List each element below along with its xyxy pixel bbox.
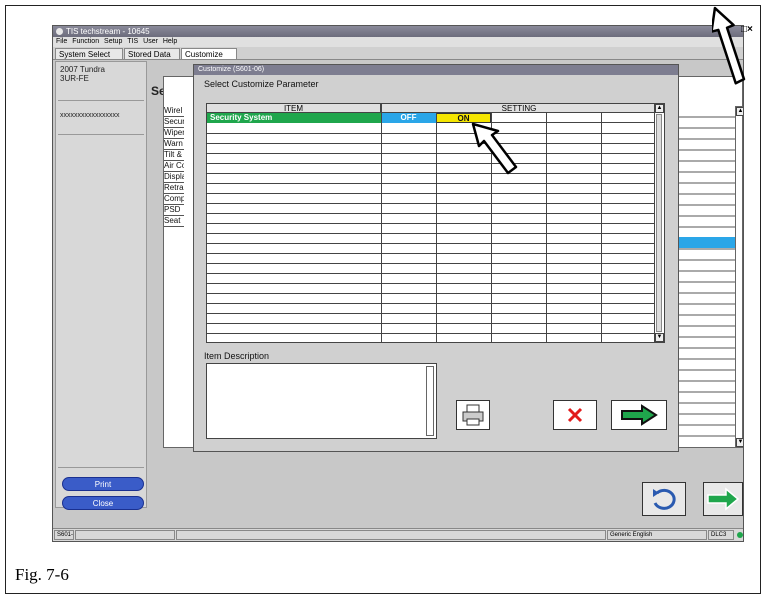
column-divider [381,104,382,342]
background-scrollbar[interactable]: ▲ ▼ [735,106,743,448]
status-cell [75,530,175,540]
app-logo-icon [56,28,63,35]
menu-bar: File Function Setup TIS User Help [53,37,743,47]
list-item: Displa [164,172,184,183]
menu-setup[interactable]: Setup [104,38,122,45]
status-bar: S601-05 Generic English DLC3 [53,528,743,541]
tab-customize[interactable]: Customize [181,48,237,59]
connection-status-icon [737,532,743,538]
scroll-down-icon[interactable]: ▼ [736,438,743,447]
column-header-item: ITEM [207,104,381,113]
tab-stored-data[interactable]: Stored Data [124,48,180,59]
forward-button[interactable] [703,482,743,516]
printer-icon [462,404,484,426]
back-button[interactable] [642,482,686,516]
print-button[interactable]: Print [62,477,144,491]
vehicle-info-pane: 2007 Tundra 3UR-FE xxxxxxxxxxxxxxxxx Pri… [55,61,147,510]
back-icon [653,488,676,510]
menu-user[interactable]: User [143,38,158,45]
list-item: PSD [164,205,184,216]
item-security-system[interactable]: Security System [207,113,381,123]
status-language: Generic English [607,530,707,540]
next-button[interactable] [611,400,667,430]
status-cell [176,530,606,540]
table-scrollbar[interactable]: ▲ ▼ [654,104,664,342]
dialog-title: Customize (S601-06) [194,65,678,75]
menu-function[interactable]: Function [72,38,99,45]
cancel-x-icon [567,407,583,423]
list-item: Comp [164,194,184,205]
scroll-up-icon[interactable]: ▲ [655,104,664,113]
title-bar: TIS techstream - 10645 [53,26,743,37]
list-item: Wirel [164,106,184,117]
pointer-arrow-icon [712,6,746,85]
background-selected-row [678,237,743,248]
table-row[interactable]: Security System OFF ON [207,113,657,123]
next-arrow-icon [621,404,658,426]
list-item: Warn [164,139,184,150]
column-divider [601,113,602,342]
empty-rows-grid [207,133,657,334]
scroll-down-icon[interactable]: ▼ [655,333,664,342]
divider [58,100,144,101]
vehicle-info: 2007 Tundra 3UR-FE [60,65,105,83]
list-item: Seat [164,216,184,227]
status-port: DLC3 [708,530,734,540]
column-divider [546,113,547,342]
item-description-box [206,363,437,439]
customize-dialog: Customize (S601-06) Select Customize Par… [193,64,679,452]
forward-arrow-icon [707,487,740,511]
window-title: TIS techstream - 10645 [66,27,150,36]
print-dialog-button[interactable] [456,400,490,430]
figure-caption: Fig. 7-6 [15,565,69,584]
close-button[interactable]: Close [62,496,144,510]
scroll-up-icon[interactable]: ▲ [736,107,743,116]
cancel-button[interactable] [553,400,597,430]
column-divider [436,113,437,342]
scrollbar-thumb[interactable] [656,114,662,332]
description-scrollbar[interactable] [426,366,434,436]
tab-system-select[interactable]: System Select [55,48,123,59]
dialog-subtitle: Select Customize Parameter [204,79,319,89]
list-item: Air Co [164,161,184,172]
list-item: Wiper [164,128,184,139]
item-description-label: Item Description [204,351,270,361]
tab-bar: System Select Stored Data Customize [53,47,743,60]
menu-file[interactable]: File [56,38,67,45]
list-item: Tilt & [164,150,184,161]
divider [58,467,144,468]
pointer-arrow-icon [471,122,518,175]
vehicle-vin: xxxxxxxxxxxxxxxxx [60,112,120,119]
menu-help[interactable]: Help [163,38,177,45]
list-item: Secur [164,117,184,128]
list-item: Retra [164,183,184,194]
column-header-setting: SETTING [381,104,657,113]
vehicle-model: 2007 Tundra [60,65,105,74]
menu-tis[interactable]: TIS [127,38,138,45]
status-code: S601-05 [54,530,74,540]
background-row-lines [678,116,735,437]
vehicle-engine: 3UR-FE [60,74,89,83]
parameter-table: ITEM SETTING Security System OFF ON ▲ ▼ [206,103,665,343]
divider [58,134,144,135]
setting-off[interactable]: OFF [381,113,436,123]
techstream-window: TIS techstream - 10645 File Function Set… [52,25,744,542]
